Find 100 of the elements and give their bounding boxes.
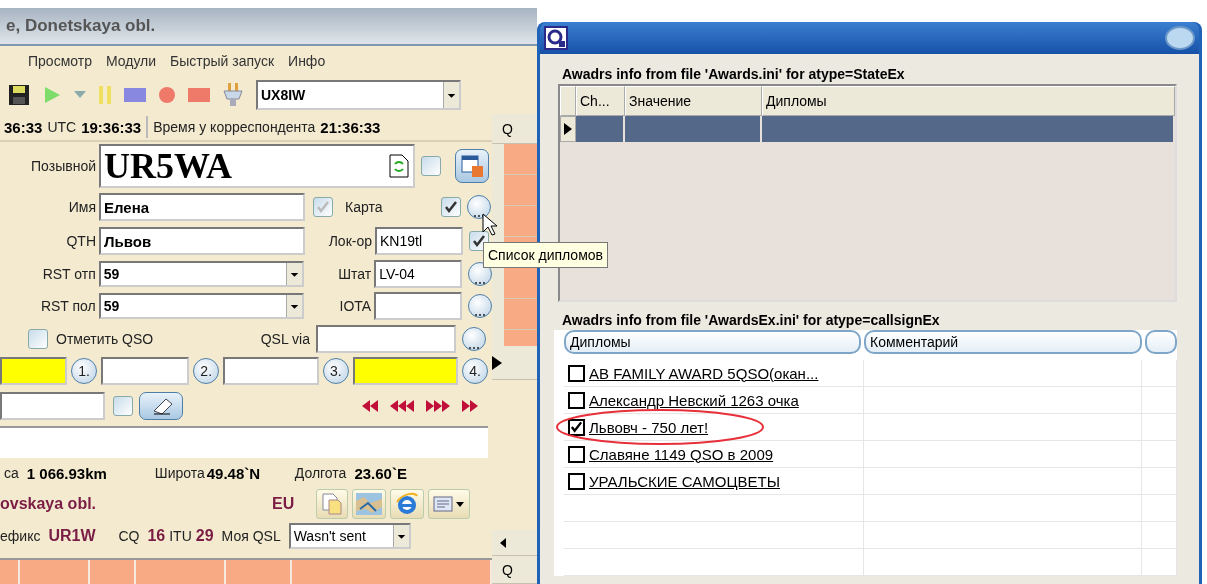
rst-received-dropdown[interactable]: 59 [98,293,305,319]
print-menu-button[interactable] [428,489,470,519]
memo-button[interactable]: 2. [193,358,220,384]
row-indicator[interactable] [560,116,576,142]
menu-item[interactable]: Модули [105,53,157,69]
column-header: Q [492,114,537,144]
memo-field[interactable] [223,357,320,385]
save-log-button[interactable] [455,149,489,183]
field-label: RST пол [39,298,97,314]
browser-button[interactable] [390,489,424,519]
field-label: Позывной [30,158,97,174]
rst-sent-dropdown[interactable]: 59 [98,261,305,287]
memo-button[interactable]: 3. [322,358,349,384]
refresh-icon[interactable] [389,154,409,178]
ellipsis-button[interactable] [462,327,486,351]
row-pointer-icon [564,123,572,135]
checkbox[interactable] [568,391,585,409]
column-header: Q [492,556,537,584]
checkbox[interactable] [568,364,585,382]
rewind-icon[interactable] [362,400,378,412]
award-link[interactable]: Славяне 1149 QSO в 2009 [589,445,774,463]
save-icon[interactable] [8,84,30,106]
itu-zone: 29 [195,527,214,545]
latitude-label: Широта [154,465,205,481]
ellipsis-button[interactable] [467,195,491,219]
memo-button[interactable]: 4. [462,358,489,384]
mark-qso-label: Отметить QSO [56,331,155,347]
qsl-via-label: QSL via [259,331,311,347]
utc-time: 19:36:33 [81,118,142,136]
map-button[interactable] [352,489,386,519]
column-header[interactable]: Ch... [576,86,625,116]
ellipsis-icon [468,344,480,350]
menu-item[interactable]: Быстрый запуск [170,53,275,69]
region-name: ovskaya obl. [0,495,98,513]
cq-label: CQ [118,528,140,544]
memo-button[interactable]: 1. [71,358,98,384]
column-header[interactable]: Дипломы [564,330,861,354]
callsign-field[interactable]: UR5WA [99,144,415,188]
award-link[interactable]: Александр Невский 1263 очка [589,391,799,409]
record-icon[interactable] [158,86,176,104]
column-header[interactable]: Комментарий [864,330,1142,354]
menu-item[interactable]: Инфо [288,53,326,69]
continent: EU [272,495,296,513]
column-header[interactable] [1145,330,1177,354]
qsl-via-field[interactable] [316,325,456,353]
section-title: Awadrs info from file 'AwardsEx.ini' for atype=callsignEx [561,311,941,330]
column-header[interactable]: Значение [625,86,762,116]
close-icon[interactable] [1165,25,1195,51]
checkbox[interactable] [421,156,441,176]
award-link[interactable]: УРАЛЬСКИЕ САМОЦВЕТЫ [589,472,780,490]
mouse-cursor-icon [482,213,498,237]
checkbox[interactable] [113,396,133,416]
eraser-button[interactable] [139,392,183,420]
memo-field[interactable] [352,357,459,385]
scroll-left-icon[interactable] [498,537,506,548]
memo-field[interactable] [100,357,190,385]
remote-time-label: Время у корреспондента [153,119,316,135]
remote-time: 21:36:33 [320,118,381,136]
locator-field[interactable]: KN19tl [375,227,463,255]
checkbox[interactable] [28,329,48,349]
menu-item[interactable]: Просмотр [28,53,92,69]
field-label: RST отп [41,266,97,282]
utc-label: UTC [47,119,77,135]
operator-dropdown[interactable]: UX8IW [256,80,461,110]
grid-cell[interactable] [576,116,625,142]
field-label: Лок-ор [327,233,373,249]
qth-field[interactable]: Львов [99,227,305,255]
grid-cell[interactable] [625,116,762,142]
name-field[interactable]: Елена [99,193,305,221]
prefix-label: ефикс [0,528,41,544]
ellipsis-button[interactable] [468,294,492,318]
window-title: e, Donetskaya obl. [6,16,156,36]
comment-field[interactable] [0,426,488,458]
field-label: IOTA [338,298,373,314]
fast-forward-icon[interactable] [462,400,478,412]
rewind-icon[interactable] [390,400,414,412]
iota-field[interactable] [374,292,462,320]
cq-zone: 16 [147,527,166,545]
distance-value: 1 066.93km [26,464,108,482]
checkbox[interactable] [441,197,461,217]
column-header[interactable]: Дипломы [762,86,1175,116]
my-qsl-dropdown[interactable]: Wasn't sent [288,523,411,549]
ellipsis-button[interactable] [468,262,492,286]
distance-label: са [3,465,19,481]
memo-field[interactable] [0,357,68,385]
fast-forward-icon[interactable] [426,400,450,412]
section-title: Awadrs info from file 'Awards.ini' for atype=StateEx [561,65,906,84]
checkbox[interactable] [568,418,585,436]
state-field[interactable]: LV-04 [374,260,462,288]
checkbox[interactable] [568,445,585,463]
checkbox[interactable] [568,472,585,490]
plug-icon[interactable] [222,82,244,108]
tooltip: Список дипломов [483,242,608,268]
grid-cell[interactable] [762,116,1175,142]
row-pointer-icon [492,355,502,370]
checkbox[interactable] [313,197,333,217]
longitude-value: 23.60`E [354,464,407,482]
save-window-icon [460,154,484,178]
award-link[interactable]: AB FAMILY AWARD 5QSO(окан... [589,364,819,382]
text-field[interactable] [0,392,105,420]
